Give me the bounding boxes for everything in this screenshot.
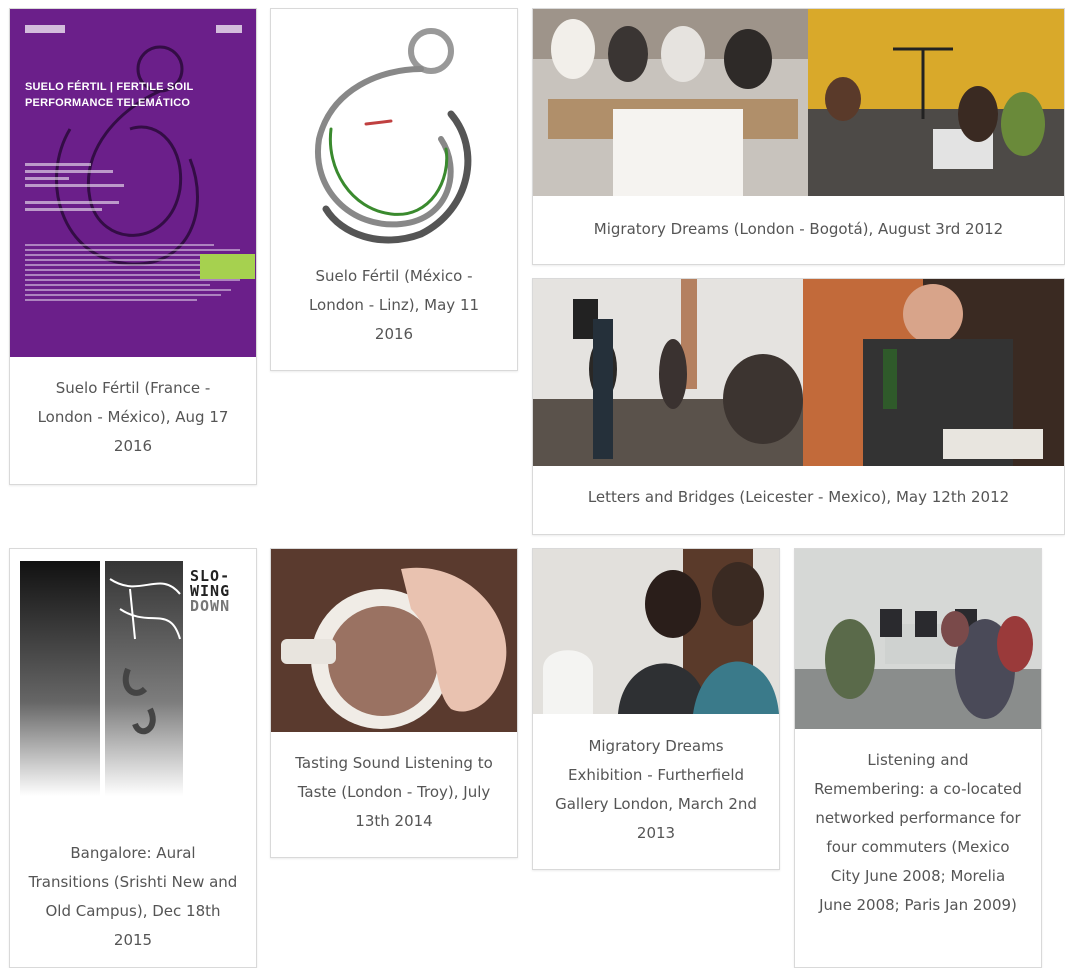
- letters-and-bridges-photo[interactable]: [533, 279, 1064, 466]
- suelo-fertil-swirl-image[interactable]: [271, 9, 517, 249]
- listening-and-remembering-photo-art: [795, 549, 1041, 729]
- migratory-dreams-photo[interactable]: [533, 9, 1064, 196]
- gallery-card-suelo-fertil-france[interactable]: SUELO FÉRTIL | FERTILE SOIL PERFORMANCE …: [9, 8, 257, 485]
- gallery-card-listening-and-remembering[interactable]: Listening and Remembering: a co-located …: [794, 548, 1042, 968]
- letters-and-bridges-photo-art: [533, 279, 1064, 466]
- suelo-fertil-poster-image[interactable]: SUELO FÉRTIL | FERTILE SOIL PERFORMANCE …: [10, 9, 256, 357]
- gallery-caption[interactable]: Migratory Dreams Exhibition - Furtherfie…: [533, 732, 779, 848]
- migratory-dreams-exhibition-photo[interactable]: [533, 549, 779, 714]
- migratory-dreams-photo-art: [533, 9, 1064, 196]
- tasting-sound-photo[interactable]: [271, 549, 517, 732]
- poster-title: SUELO FÉRTIL | FERTILE SOIL PERFORMANCE …: [25, 81, 194, 109]
- gallery-card-suelo-fertil-mexico[interactable]: Suelo Fértil (México - London - Linz), M…: [270, 8, 518, 371]
- poster: SUELO FÉRTIL | FERTILE SOIL PERFORMANCE …: [10, 9, 256, 357]
- slowing-down-image[interactable]: SLO- WING DOWN: [10, 549, 256, 809]
- poster-green-badge: [200, 254, 255, 279]
- gallery-caption[interactable]: Bangalore: Aural Transitions (Srishti Ne…: [10, 839, 256, 955]
- listening-and-remembering-photo[interactable]: [795, 549, 1041, 729]
- migratory-dreams-exhibition-photo-art: [533, 549, 779, 714]
- gallery-card-tasting-sound[interactable]: Tasting Sound Listening to Taste (London…: [270, 548, 518, 858]
- gallery-card-letters-and-bridges[interactable]: Letters and Bridges (Leicester - Mexico)…: [532, 278, 1065, 535]
- gallery-caption[interactable]: Letters and Bridges (Leicester - Mexico)…: [533, 487, 1064, 507]
- gallery-caption[interactable]: Tasting Sound Listening to Taste (London…: [271, 749, 517, 836]
- slowing-down-title: SLO- WING DOWN: [190, 569, 230, 614]
- gallery-caption[interactable]: Migratory Dreams (London - Bogotá), Augu…: [533, 219, 1064, 239]
- poster-info-lines: [25, 159, 135, 215]
- swirl-graphic: [314, 28, 472, 244]
- gallery-card-migratory-dreams[interactable]: Migratory Dreams (London - Bogotá), Augu…: [532, 8, 1065, 265]
- gallery-caption[interactable]: Suelo Fértil (México - London - Linz), M…: [271, 262, 517, 349]
- gallery-card-migratory-dreams-exhibition[interactable]: Migratory Dreams Exhibition - Furtherfie…: [532, 548, 780, 870]
- tasting-sound-photo-art: [271, 549, 517, 732]
- gallery-caption[interactable]: Listening and Remembering: a co-located …: [795, 746, 1041, 920]
- gallery-caption[interactable]: Suelo Fértil (France - London - México),…: [10, 374, 256, 461]
- gallery-card-bangalore[interactable]: SLO- WING DOWN Bangalore: Aural Transiti…: [9, 548, 257, 968]
- slowing-down-line: DOWN: [190, 597, 231, 615]
